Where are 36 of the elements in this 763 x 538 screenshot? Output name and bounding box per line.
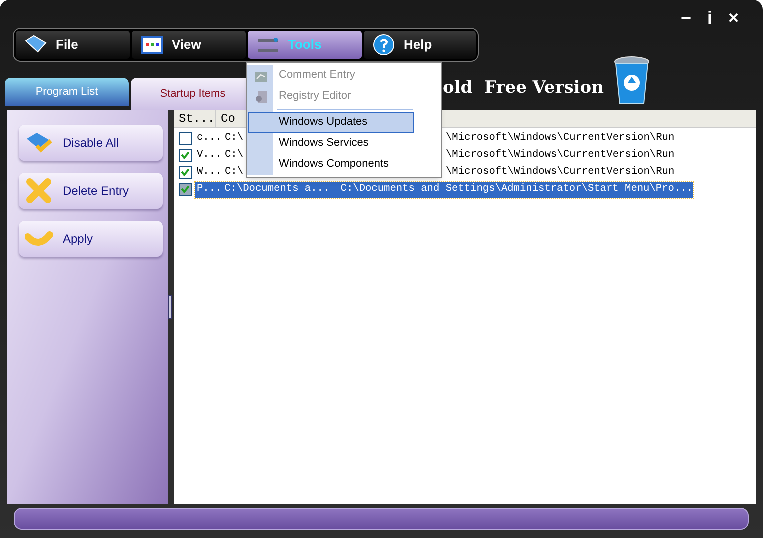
app-title: old Free Version: [443, 77, 604, 100]
toolbar-button[interactable]: File: [16, 31, 130, 59]
menu-item[interactable]: Windows Services: [248, 133, 414, 154]
table-cell-text: C:\: [224, 130, 245, 146]
table-cell-text: W...: [196, 164, 223, 180]
table-cell-text: V...: [196, 148, 223, 163]
table-cell-text: \Microsoft\Windows\CurrentVersion\Run: [445, 148, 675, 163]
action-button[interactable]: Delete Entry: [19, 173, 163, 209]
help-icon: [372, 33, 396, 57]
document-icon: [253, 88, 269, 104]
table-cell-text: P...: [196, 182, 223, 197]
table-cell-text: C:\Documents a...: [224, 182, 331, 197]
checkbox[interactable]: [179, 149, 192, 162]
menu-item[interactable]: Windows Updates: [248, 112, 414, 133]
toolbar-button[interactable]: View: [132, 31, 246, 59]
close-button[interactable]: ×: [728, 8, 739, 28]
table-cell-text: C:\Documents and Settings\Administrator\Start Menu\Pro...: [340, 182, 693, 197]
table-cell-text: \Microsoft\Windows\CurrentVersion\Run: [445, 130, 675, 146]
info-button[interactable]: i: [707, 8, 712, 28]
action-button[interactable]: Disable All: [19, 125, 163, 161]
checkbox[interactable]: [179, 132, 192, 145]
toolbar-button[interactable]: Help: [364, 31, 476, 59]
splitter-handle[interactable]: [168, 295, 172, 319]
column-header[interactable]: St...: [174, 110, 216, 127]
minimize-button[interactable]: −: [680, 8, 692, 28]
cross-icon: [25, 177, 53, 205]
table-cell-text: c...: [196, 130, 223, 146]
recycle-bin-icon: [614, 56, 650, 106]
table-cell-text: C:\: [224, 164, 245, 180]
menu-item[interactable]: Windows Components: [248, 154, 414, 175]
table-cell-text: \Microsoft\Windows\CurrentVersion\Run: [445, 164, 675, 180]
checkbox[interactable]: [179, 166, 192, 179]
action-button[interactable]: Apply: [19, 221, 163, 257]
checkbox[interactable]: [179, 183, 192, 196]
table-cell-text: C:\: [224, 148, 245, 163]
window-icon: [140, 33, 164, 57]
